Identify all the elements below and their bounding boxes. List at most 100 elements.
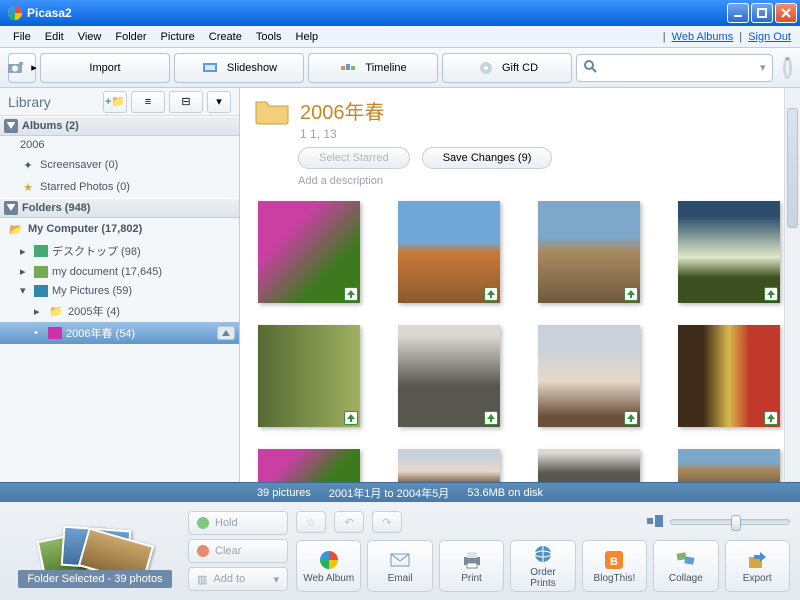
timeline-button[interactable]: Timeline (308, 53, 438, 83)
content-pane: 2006年春 1 1, 13 Select Starred Save Chang… (240, 88, 800, 482)
photo-thumbnail[interactable] (258, 325, 360, 427)
web-albums-link[interactable]: Web Albums (672, 31, 734, 43)
slideshow-label: Slideshow (227, 62, 277, 74)
email-button[interactable]: Email (367, 540, 432, 592)
menu-view[interactable]: View (71, 29, 109, 45)
tree-mydocument[interactable]: ▸ my document (17,645) (0, 262, 239, 281)
close-button[interactable] (775, 3, 797, 23)
slider-knob[interactable] (731, 515, 741, 531)
import-button[interactable]: Import (40, 53, 170, 83)
status-daterange: 2001年1月 to 2004年5月 (329, 485, 449, 501)
rotate-cw-button[interactable]: ↷ (372, 511, 402, 533)
plus-folder-icon: +📁 (105, 95, 125, 108)
menu-folder[interactable]: Folder (108, 29, 153, 45)
scroll-to-top-icon[interactable] (217, 326, 235, 340)
folders-section-header[interactable]: Folders (948) (0, 198, 239, 218)
btn-label: Save Changes (9) (443, 152, 532, 164)
blogthis-button[interactable]: BBlogThis! (582, 540, 647, 592)
menu-create[interactable]: Create (202, 29, 249, 45)
star-button[interactable]: ☆ (296, 511, 326, 533)
upload-badge-icon (344, 411, 358, 425)
photo-thumbnail[interactable] (678, 325, 780, 427)
app-icon (7, 5, 23, 21)
tree-my-computer[interactable]: 📂 My Computer (17,802) (0, 218, 239, 240)
print-button[interactable]: Print (439, 540, 504, 592)
photo-thumbnail[interactable] (678, 201, 780, 303)
photo-thumbnail[interactable] (538, 201, 640, 303)
slideshow-button[interactable]: Slideshow (174, 53, 304, 83)
folder-description[interactable]: Add a description (240, 175, 800, 197)
search-box[interactable]: ▾ (576, 54, 773, 82)
rotate-ccw-button[interactable]: ↶ (334, 511, 364, 533)
search-input[interactable] (601, 61, 756, 75)
order-prints-button[interactable]: Order Prints (510, 540, 575, 592)
giftcd-button[interactable]: Gift CD (442, 53, 572, 83)
photo-thumbnail[interactable] (258, 449, 360, 482)
rotate-cw-icon: ↷ (382, 516, 391, 529)
library-title: Library (8, 94, 99, 110)
menu-picture[interactable]: Picture (154, 29, 202, 45)
btn-label: BlogThis! (594, 573, 636, 584)
minimize-button[interactable] (727, 3, 749, 23)
main-toolbar: ▸ Import Slideshow Timeline Gift CD ▾ (0, 48, 800, 88)
photo-thumbnail[interactable] (398, 325, 500, 427)
photo-thumbnail[interactable] (678, 449, 780, 482)
disclosure-down-icon (4, 201, 18, 215)
chevron-down-icon[interactable]: ▾ (760, 61, 766, 74)
btn-label: Export (743, 573, 772, 584)
import-device-button[interactable]: ▸ (8, 53, 36, 83)
menu-edit[interactable]: Edit (38, 29, 71, 45)
tree-label: 2006年春 (54) (66, 325, 135, 341)
hold-button[interactable]: Hold (188, 511, 288, 535)
thumb-icon (34, 245, 48, 257)
giftcd-label: Gift CD (502, 62, 538, 74)
view-flat-button[interactable]: ≡ (131, 91, 165, 113)
folder-icon: 📂 (8, 221, 24, 237)
photo-thumbnail[interactable] (398, 449, 500, 482)
photo-thumbnail[interactable] (398, 201, 500, 303)
tree-mypictures[interactable]: ▾ My Pictures (59) (0, 281, 239, 300)
photo-tray[interactable]: Folder Selected - 39 photos (10, 508, 180, 594)
folder-subtitle: 1 1, 13 (300, 127, 385, 141)
albums-section-header[interactable]: Albums (2) (0, 116, 239, 136)
export-button[interactable]: Export (725, 540, 790, 592)
photo-thumbnail[interactable] (258, 201, 360, 303)
star-blue-icon: ✦ (20, 157, 36, 173)
photo-thumbnail[interactable] (538, 449, 640, 482)
btn-label: Collage (669, 573, 703, 584)
menu-help[interactable]: Help (289, 29, 326, 45)
album-icon: ▥ (197, 573, 207, 586)
vertical-scrollbar[interactable] (784, 88, 800, 482)
chevron-right-icon: ▸ (34, 305, 44, 318)
thumbnail-size-slider[interactable] (670, 519, 790, 525)
status-count: 39 pictures (257, 487, 311, 499)
tree-desktop[interactable]: ▸ デスクトップ (98) (0, 240, 239, 262)
select-starred-button[interactable]: Select Starred (298, 147, 410, 169)
addto-button[interactable]: ▥Add to▾ (188, 567, 288, 591)
webalbum-button[interactable]: Web Album (296, 540, 361, 592)
album-starred[interactable]: ★ Starred Photos (0) (0, 176, 239, 198)
menu-bar: File Edit View Folder Picture Create Too… (0, 26, 800, 48)
tree-2006spring[interactable]: • 2006年春 (54) (0, 322, 239, 344)
tree-label: My Pictures (59) (52, 285, 132, 297)
photo-thumbnail[interactable] (538, 325, 640, 427)
sign-out-link[interactable]: Sign Out (748, 31, 791, 43)
sidebar-options-button[interactable]: ▾ (207, 91, 231, 113)
timeline-icon (339, 58, 359, 78)
collage-button[interactable]: Collage (653, 540, 718, 592)
scrollbar-thumb[interactable] (787, 108, 798, 228)
folder-icon: 📁 (48, 303, 64, 319)
folders-header-label: Folders (948) (22, 202, 90, 214)
album-year-item[interactable]: 2006 (0, 136, 239, 154)
menu-tools[interactable]: Tools (249, 29, 289, 45)
tree-2005[interactable]: ▸ 📁 2005年 (4) (0, 300, 239, 322)
view-tree-button[interactable]: ⊟ (169, 91, 203, 113)
save-changes-button[interactable]: Save Changes (9) (422, 147, 553, 169)
album-screensaver[interactable]: ✦ Screensaver (0) (0, 154, 239, 176)
quick-actions-row: ☆ ↶ ↷ (296, 510, 790, 534)
library-header: Library +📁 ≡ ⊟ ▾ (0, 88, 239, 116)
add-folder-button[interactable]: +📁 (103, 91, 127, 113)
maximize-button[interactable] (751, 3, 773, 23)
menu-file[interactable]: File (6, 29, 38, 45)
clear-button[interactable]: Clear (188, 539, 288, 563)
